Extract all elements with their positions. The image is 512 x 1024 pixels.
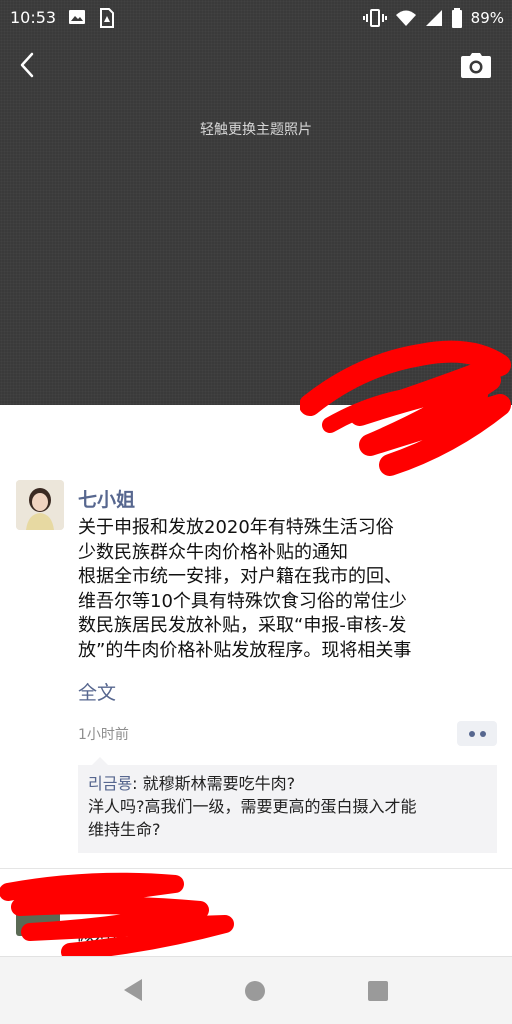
comment-line: 就穆斯林需要吃牛肉? xyxy=(142,774,296,793)
next-post-text: 微对厅 xyxy=(76,924,130,945)
status-left-icons xyxy=(68,8,114,28)
back-button[interactable] xyxy=(14,50,42,80)
post-line: 根据全市统一安排，对户籍在我市的回、 xyxy=(78,566,402,587)
more-dot xyxy=(468,730,475,737)
post-line: 维吾尔等10个具有特殊饮食习俗的常住少 xyxy=(78,590,407,612)
post-timestamp: 1小时前 xyxy=(78,727,129,743)
post-line: 关于申报和发放2020年有特殊生活习俗 xyxy=(78,517,394,538)
comment[interactable]: 리금룡: 就穆斯林需要吃牛肉? 洋人吗?高我们一级，需要更高的蛋白摄入才能 维持… xyxy=(88,772,493,841)
full-text-link[interactable]: 全文 xyxy=(78,678,116,705)
battery-icon xyxy=(451,8,462,28)
comment-line: 维持生命? xyxy=(88,820,161,839)
next-post-avatar[interactable] xyxy=(16,898,60,936)
post-line: 数民族居民发放补贴，采取“申报-审核-发 xyxy=(78,615,407,636)
status-time: 10:53 xyxy=(10,8,57,27)
camera-icon xyxy=(461,53,491,78)
cover-change-hint[interactable]: 轻触更换主题照片 xyxy=(0,119,512,139)
camera-button[interactable] xyxy=(460,52,492,80)
post-author-name[interactable]: 七小姐 xyxy=(78,485,135,512)
post-line: 放”的牛肉价格补贴发放程序。现将相关事 xyxy=(78,639,412,661)
status-right-icons: 89% xyxy=(362,8,504,28)
nav-home-icon[interactable] xyxy=(245,981,265,1001)
sim-icon xyxy=(100,8,114,28)
avatar-image xyxy=(16,480,64,530)
back-arrow-icon xyxy=(20,52,34,78)
comment-line: 洋人吗?高我们一级，需要更高的蛋白摄入才能 xyxy=(88,797,417,816)
battery-percent: 89% xyxy=(470,9,504,27)
nav-back-icon[interactable] xyxy=(122,977,144,1003)
status-bar: 10:53 89% xyxy=(0,0,512,36)
wifi-icon xyxy=(395,10,416,26)
comment-separator: : xyxy=(132,774,143,793)
more-dot xyxy=(479,730,486,737)
post-body: 关于申报和发放2020年有特殊生活习俗 少数民族群众牛肉价格补贴的通知 根据全市… xyxy=(78,516,498,663)
nav-recent-icon[interactable] xyxy=(368,981,388,1001)
vibrate-icon xyxy=(362,9,387,27)
comment-author[interactable]: 리금룡 xyxy=(88,774,132,793)
image-icon xyxy=(69,10,85,24)
post-divider xyxy=(0,868,512,869)
comment-box: 리금룡: 就穆斯林需要吃牛肉? 洋人吗?高我们一级，需要更高的蛋白摄入才能 维持… xyxy=(78,757,497,853)
cover-photo[interactable]: 10:53 89% 轻触更换主题照片 xyxy=(0,0,512,405)
system-nav-bar xyxy=(0,956,512,1024)
signal-icon xyxy=(425,10,442,26)
more-actions-button[interactable] xyxy=(457,721,497,746)
post-line: 少数民族群众牛肉价格补贴的通知 xyxy=(78,541,348,563)
post-avatar[interactable] xyxy=(16,480,64,530)
